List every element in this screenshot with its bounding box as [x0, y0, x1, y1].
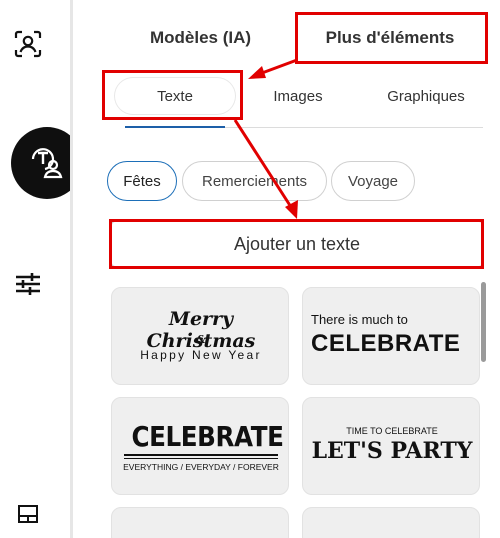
template-text: Happy New Year — [140, 348, 262, 362]
template-lets-party[interactable]: TIME TO CELEBRATE LET'S PARTY — [302, 397, 480, 495]
divider — [124, 454, 278, 456]
template-text: TIME TO CELEBRATE — [346, 426, 438, 436]
template-text: LET'S PARTY — [311, 438, 473, 464]
chip-fetes[interactable]: Fêtes — [107, 161, 177, 201]
chip-remerciements[interactable]: Remerciements — [182, 161, 327, 201]
tab-track — [225, 127, 483, 128]
tab-images[interactable]: Images — [253, 78, 343, 114]
tab-graphiques[interactable]: Graphiques — [371, 78, 481, 114]
chip-voyage[interactable]: Voyage — [331, 161, 415, 201]
template-text: & — [196, 333, 206, 346]
template-celebrate[interactable]: CELEBRATE EVERYTHING / EVERYDAY / FOREVE… — [111, 397, 289, 495]
template-card[interactable] — [302, 507, 480, 538]
category-chips: Fêtes Remerciements Voyage — [107, 161, 500, 201]
template-text: CELEBRATE — [311, 330, 461, 357]
template-text: EVERYTHING / EVERYDAY / FOREVER — [123, 462, 279, 472]
layout-bottom-icon[interactable] — [14, 500, 42, 528]
text-person-icon — [29, 145, 65, 181]
app-root: Modèles (IA) Plus d'éléments Texte Image… — [0, 0, 500, 538]
sub-tabs: Texte Images Graphiques — [103, 74, 483, 116]
template-much-to-celebrate[interactable]: There is much to CELEBRATE — [302, 287, 480, 385]
template-text: There is much to — [311, 312, 408, 327]
left-rail — [0, 0, 83, 538]
add-text-button[interactable]: Ajouter un texte — [111, 221, 483, 267]
sliders-icon[interactable] — [12, 268, 44, 300]
template-card[interactable] — [111, 507, 289, 538]
active-tab-indicator — [125, 126, 225, 128]
tab-modeles-ia[interactable]: Modèles (IA) — [113, 10, 288, 66]
template-merry-christmas[interactable]: Merry Christmas & Happy New Year — [111, 287, 289, 385]
tab-texte[interactable]: Texte — [115, 78, 235, 114]
top-tabs: Modèles (IA) Plus d'éléments — [73, 10, 500, 66]
divider — [124, 458, 278, 459]
tab-plus-elements[interactable]: Plus d'éléments — [295, 10, 485, 66]
template-text: CELEBRATE — [131, 420, 284, 453]
scrollbar[interactable] — [481, 282, 486, 362]
profile-frame-icon[interactable] — [12, 28, 44, 60]
elements-panel: Modèles (IA) Plus d'éléments Texte Image… — [73, 0, 500, 538]
